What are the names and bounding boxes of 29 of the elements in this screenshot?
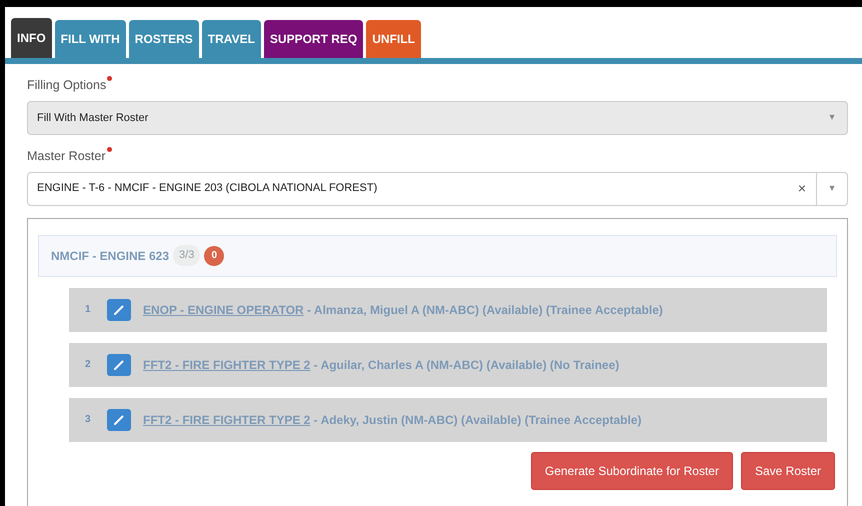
row-number: 2 xyxy=(85,358,92,372)
count-badge: 0 xyxy=(204,246,224,266)
tab[interactable]: SUPPORT REQ xyxy=(264,20,364,58)
tab[interactable]: FILL WITH xyxy=(54,20,126,58)
row-number: 1 xyxy=(85,303,92,317)
member-text: FFT2 - FIRE FIGHTER TYPE 2 - Adeky, Justin (NM-ABC) (Available) (Trainee Acceptable) xyxy=(143,412,642,428)
caret-icon: ▾ xyxy=(817,110,847,126)
master-roster-select[interactable]: ENGINE - T-6 - NMCIF - ENGINE 203 (CIBOLA NATIONAL FOREST) × ▾ xyxy=(27,172,848,206)
save-button[interactable]: Save Roster xyxy=(740,452,835,490)
tab[interactable]: ROSTERS xyxy=(128,20,199,58)
tab[interactable]: TRAVEL xyxy=(202,20,261,58)
edit-button[interactable] xyxy=(107,408,131,430)
pencil-icon xyxy=(113,358,125,370)
row-number: 3 xyxy=(85,413,92,427)
caret-icon: ▾ xyxy=(817,181,847,196)
group-title: NMCIF - ENGINE 623 xyxy=(51,248,170,264)
clear-icon[interactable]: × xyxy=(788,178,816,199)
count-badge: 3/3 xyxy=(173,245,200,266)
tab[interactable]: INFO xyxy=(11,18,52,58)
field-label: Filling Options xyxy=(27,76,848,95)
generate-button[interactable]: Generate Subordinate for Roster xyxy=(530,452,733,490)
edit-button[interactable] xyxy=(107,298,131,320)
field-label: Master Roster xyxy=(27,146,848,166)
member-text: ENOP - ENGINE OPERATOR - Almanza, Miguel A (NM-ABC) (Available) (Trainee Acceptable) xyxy=(143,302,663,318)
pencil-icon xyxy=(113,414,125,426)
edit-button[interactable] xyxy=(107,354,131,376)
pencil-icon xyxy=(113,304,125,316)
member-text: FFT2 - FIRE FIGHTER TYPE 2 - Aguilar, Charles A (NM-ABC) (Available) (No Trainee) xyxy=(143,356,620,374)
tab[interactable]: UNFILL xyxy=(366,20,421,58)
